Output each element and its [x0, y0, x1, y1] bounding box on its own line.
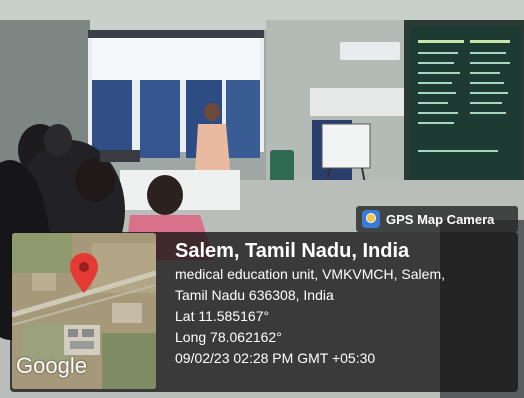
longitude: Long 78.062162°	[175, 329, 282, 345]
location-title: Salem, Tamil Nadu, India	[175, 240, 410, 262]
address-line-2: Tamil Nadu 636308, India	[175, 287, 334, 303]
address-line-1: medical education unit, VMKVMCH, Salem,	[175, 266, 445, 282]
gps-map-camera-badge: GPS Map Camera	[356, 206, 518, 232]
map-thumbnail: Google	[12, 233, 156, 389]
google-logo: Google	[16, 353, 87, 378]
map-pin-icon	[70, 253, 98, 293]
badge-label: GPS Map Camera	[386, 211, 495, 227]
timestamp: 09/02/23 02:28 PM GMT +05:30	[175, 350, 376, 366]
location-info: Salem, Tamil Nadu, India medical educati…	[175, 238, 445, 369]
geotagged-photo: GPS Map Camera Google Salem, Tamil Nadu,…	[0, 0, 524, 398]
gps-map-camera-icon	[362, 210, 380, 228]
latitude: Lat 11.585167°	[175, 308, 270, 324]
